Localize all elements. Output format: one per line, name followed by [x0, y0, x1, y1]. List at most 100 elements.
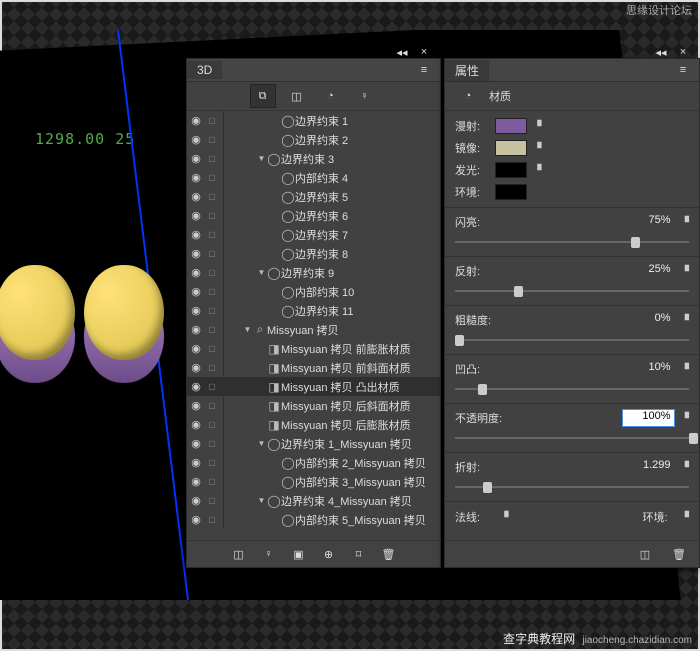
empty-toggle[interactable]: ▢: [205, 363, 219, 372]
slider-texture-picker[interactable]: ▝: [681, 216, 689, 229]
glow-swatch[interactable]: [495, 162, 527, 178]
close-icon[interactable]: ×: [673, 43, 693, 61]
slider-track[interactable]: [455, 233, 689, 251]
visibility-toggle-icon[interactable]: ◉: [187, 247, 205, 260]
empty-toggle[interactable]: ▢: [205, 287, 219, 296]
slider-texture-picker[interactable]: ▝: [681, 363, 689, 376]
visibility-toggle-icon[interactable]: ◉: [187, 475, 205, 488]
tree-item[interactable]: ◉▢▼◯边界约束 1_Missyuan 拷贝: [187, 434, 440, 453]
empty-toggle[interactable]: ▢: [205, 306, 219, 315]
specular-texture-picker[interactable]: ▝: [533, 142, 541, 155]
visibility-toggle-icon[interactable]: ◉: [187, 361, 205, 374]
slider-value-input[interactable]: 0%: [622, 311, 675, 329]
empty-toggle[interactable]: ▢: [205, 192, 219, 201]
panel-menu-icon[interactable]: ≡: [673, 61, 693, 79]
snapshot-icon[interactable]: ⌑: [349, 545, 369, 563]
add-object-icon[interactable]: ⊕: [319, 545, 339, 563]
visibility-toggle-icon[interactable]: ◉: [187, 133, 205, 146]
slider-texture-picker[interactable]: ▝: [681, 412, 689, 425]
slider-value-input[interactable]: 10%: [622, 360, 675, 378]
tree-item[interactable]: ◉▢◯边界约束 1: [187, 111, 440, 130]
empty-toggle[interactable]: ▢: [205, 268, 219, 277]
expand-toggle-icon[interactable]: ▼: [256, 154, 267, 163]
tree-item[interactable]: ◉▢▼◯边界约束 9: [187, 263, 440, 282]
tree-item[interactable]: ◉▢◨Missyuan 拷贝 后斜面材质: [187, 396, 440, 415]
diffuse-texture-picker[interactable]: ▝: [533, 120, 541, 133]
tree-item[interactable]: ◉▢◯内部约束 4: [187, 168, 440, 187]
slider-track[interactable]: [455, 331, 689, 349]
light-toggle-icon[interactable]: ♀: [259, 545, 279, 563]
slider-texture-picker[interactable]: ▝: [681, 461, 689, 474]
render-settings-icon[interactable]: ◫: [229, 545, 249, 563]
slider-value-input[interactable]: 100%: [622, 409, 675, 427]
glow-texture-picker[interactable]: ▝: [533, 164, 541, 177]
expand-toggle-icon[interactable]: ▼: [242, 325, 253, 334]
tree-item[interactable]: ◉▢◯边界约束 8: [187, 244, 440, 263]
tree-item[interactable]: ◉▢◯内部约束 2_Missyuan 拷贝: [187, 453, 440, 472]
slider-value-input[interactable]: 25%: [622, 262, 675, 280]
3d-text-mesh[interactable]: [0, 265, 168, 385]
empty-toggle[interactable]: ▢: [205, 116, 219, 125]
visibility-toggle-icon[interactable]: ◉: [187, 323, 205, 336]
tree-item[interactable]: ◉▢◨Missyuan 拷贝 前斜面材质: [187, 358, 440, 377]
panel-props-tab[interactable]: 属性: [445, 60, 489, 81]
filter-material-icon[interactable]: ◔: [318, 84, 344, 108]
filter-light-icon[interactable]: ♀: [352, 84, 378, 108]
visibility-toggle-icon[interactable]: ◉: [187, 285, 205, 298]
filter-scene-icon[interactable]: ⧉: [250, 84, 276, 108]
empty-toggle[interactable]: ▢: [205, 458, 219, 467]
tree-item[interactable]: ◉▢◨Missyuan 拷贝 前膨胀材质: [187, 339, 440, 358]
empty-toggle[interactable]: ▢: [205, 135, 219, 144]
tree-item[interactable]: ◉▢◯内部约束 5_Missyuan 拷贝: [187, 510, 440, 529]
empty-toggle[interactable]: ▢: [205, 401, 219, 410]
ambient-swatch[interactable]: [495, 184, 527, 200]
expand-toggle-icon[interactable]: ▼: [256, 496, 267, 505]
empty-toggle[interactable]: ▢: [205, 173, 219, 182]
tree-item[interactable]: ◉▢▼◯边界约束 3: [187, 149, 440, 168]
visibility-toggle-icon[interactable]: ◉: [187, 437, 205, 450]
tree-item[interactable]: ◉▢▼◯边界约束 4_Missyuan 拷贝: [187, 491, 440, 510]
panel-3d-tab[interactable]: 3D: [187, 61, 222, 79]
visibility-toggle-icon[interactable]: ◉: [187, 152, 205, 165]
new-material-icon[interactable]: ◫: [635, 545, 655, 563]
specular-swatch[interactable]: [495, 140, 527, 156]
close-icon[interactable]: ×: [414, 43, 434, 61]
tree-item[interactable]: ◉▢◯内部约束 3_Missyuan 拷贝: [187, 472, 440, 491]
slider-track[interactable]: [455, 380, 689, 398]
empty-toggle[interactable]: ▢: [205, 439, 219, 448]
tree-item[interactable]: ◉▢◯内部约束 10: [187, 282, 440, 301]
slider-value-input[interactable]: 75%: [622, 213, 675, 231]
tree-item[interactable]: ◉▢◯边界约束 6: [187, 206, 440, 225]
diffuse-swatch[interactable]: [495, 118, 527, 134]
tree-item[interactable]: ◉▢▼⌕Missyuan 拷贝: [187, 320, 440, 339]
tree-item[interactable]: ◉▢◯边界约束 11: [187, 301, 440, 320]
visibility-toggle-icon[interactable]: ◉: [187, 342, 205, 355]
visibility-toggle-icon[interactable]: ◉: [187, 266, 205, 279]
visibility-toggle-icon[interactable]: ◉: [187, 399, 205, 412]
visibility-toggle-icon[interactable]: ◉: [187, 456, 205, 469]
collapse-icon[interactable]: ◂◂: [651, 43, 671, 61]
empty-toggle[interactable]: ▢: [205, 515, 219, 524]
empty-toggle[interactable]: ▢: [205, 249, 219, 258]
visibility-toggle-icon[interactable]: ◉: [187, 304, 205, 317]
tree-item[interactable]: ◉▢◯边界约束 2: [187, 130, 440, 149]
visibility-toggle-icon[interactable]: ◉: [187, 114, 205, 127]
empty-toggle[interactable]: ▢: [205, 420, 219, 429]
tree-item[interactable]: ◉▢◯边界约束 7: [187, 225, 440, 244]
scene-tree[interactable]: ◉▢◯边界约束 1◉▢◯边界约束 2◉▢▼◯边界约束 3◉▢◯内部约束 4◉▢◯…: [187, 111, 440, 539]
visibility-toggle-icon[interactable]: ◉: [187, 513, 205, 526]
delete-icon[interactable]: 🗑: [379, 545, 399, 563]
slider-value-input[interactable]: 1.299: [622, 458, 675, 476]
empty-toggle[interactable]: ▢: [205, 344, 219, 353]
expand-toggle-icon[interactable]: ▼: [256, 268, 267, 277]
empty-toggle[interactable]: ▢: [205, 325, 219, 334]
new-scene-icon[interactable]: ▣: [289, 545, 309, 563]
visibility-toggle-icon[interactable]: ◉: [187, 228, 205, 241]
empty-toggle[interactable]: ▢: [205, 496, 219, 505]
visibility-toggle-icon[interactable]: ◉: [187, 171, 205, 184]
empty-toggle[interactable]: ▢: [205, 230, 219, 239]
empty-toggle[interactable]: ▢: [205, 154, 219, 163]
visibility-toggle-icon[interactable]: ◉: [187, 190, 205, 203]
visibility-toggle-icon[interactable]: ◉: [187, 209, 205, 222]
slider-track[interactable]: [455, 282, 689, 300]
